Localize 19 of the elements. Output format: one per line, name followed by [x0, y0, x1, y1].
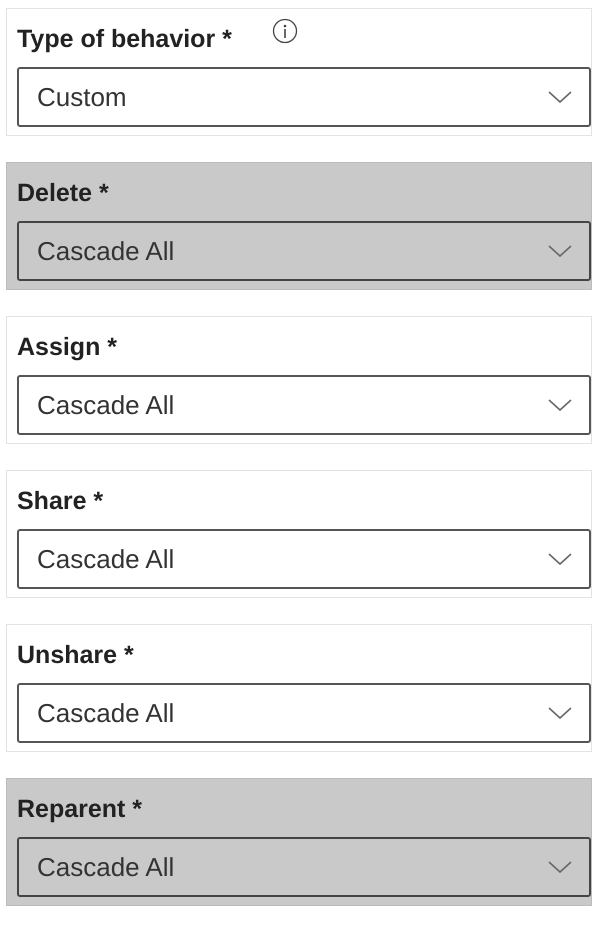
dropdown[interactable]: Custom	[17, 67, 591, 127]
field-label: Assign *	[17, 332, 118, 363]
field-label: Reparent *	[17, 794, 142, 825]
dropdown[interactable]: Cascade All	[17, 529, 591, 589]
dropdown[interactable]: Cascade All	[17, 375, 591, 435]
info-icon[interactable]	[272, 18, 298, 44]
chevron-down-icon	[547, 551, 573, 567]
dropdown[interactable]: Cascade All	[17, 683, 591, 743]
chevron-down-icon	[547, 397, 573, 413]
field-label: Delete *	[17, 178, 109, 209]
chevron-down-icon	[547, 705, 573, 721]
field-label: Type of behavior *	[17, 24, 232, 55]
field-label: Unshare *	[17, 640, 134, 671]
chevron-down-icon	[547, 859, 573, 875]
field-label: Share *	[17, 486, 104, 517]
dropdown[interactable]: Cascade All	[17, 837, 591, 897]
chevron-down-icon	[547, 243, 573, 259]
dropdown[interactable]: Cascade All	[17, 221, 591, 281]
chevron-down-icon	[547, 89, 573, 105]
